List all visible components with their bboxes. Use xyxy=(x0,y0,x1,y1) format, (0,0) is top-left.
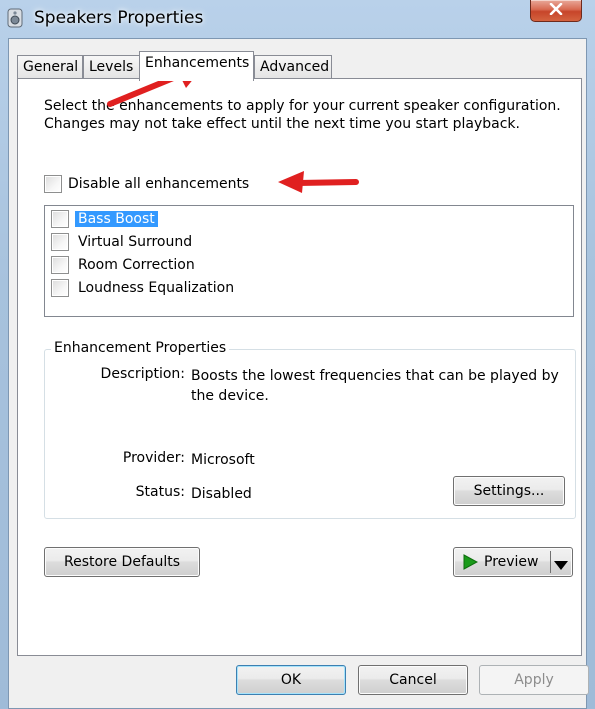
description-value: Boosts the lowest frequencies that can b… xyxy=(191,368,559,404)
window-title: Speakers Properties xyxy=(34,8,204,28)
title-bar[interactable]: Speakers Properties xyxy=(0,0,595,38)
enhancement-properties-group: Enhancement Properties Description: Boos… xyxy=(44,340,576,519)
preview-label[interactable]: Preview xyxy=(484,554,539,570)
close-button[interactable] xyxy=(530,0,582,22)
speakers-properties-window: Speakers Properties General Levels Enhan… xyxy=(0,0,595,709)
loudness-equalization-checkbox[interactable] xyxy=(51,279,69,297)
bass-boost-label[interactable]: Bass Boost xyxy=(75,211,158,227)
enhancement-properties-title: Enhancement Properties xyxy=(51,340,230,356)
apply-button: Apply xyxy=(479,665,589,695)
list-item-room-correction[interactable]: Room Correction xyxy=(51,254,198,276)
settings-button[interactable]: Settings... xyxy=(453,476,565,506)
preview-split-button[interactable]: Preview xyxy=(453,547,573,577)
enhancements-list[interactable]: Bass Boost Virtual Surround Room Correct… xyxy=(44,205,574,317)
tab-general-label: General xyxy=(23,59,79,75)
chevron-down-icon[interactable] xyxy=(554,558,568,574)
dialog-client-area: General Levels Enhancements Advanced Sel… xyxy=(8,38,589,709)
list-item-bass-boost[interactable]: Bass Boost xyxy=(51,208,158,230)
virtual-surround-checkbox[interactable] xyxy=(51,233,69,251)
bass-boost-checkbox[interactable] xyxy=(51,210,69,228)
status-label: Status: xyxy=(135,484,185,500)
play-icon xyxy=(462,554,479,574)
restore-defaults-button[interactable]: Restore Defaults xyxy=(44,547,200,577)
virtual-surround-label[interactable]: Virtual Surround xyxy=(75,234,195,250)
list-item-virtual-surround[interactable]: Virtual Surround xyxy=(51,231,195,253)
provider-value: Microsoft xyxy=(191,452,255,468)
split-separator xyxy=(550,551,551,573)
disable-all-enhancements-checkbox[interactable]: Disable all enhancements xyxy=(44,175,249,193)
disable-all-label: Disable all enhancements xyxy=(68,176,250,192)
tab-enhancements[interactable]: Enhancements xyxy=(139,51,254,81)
close-icon xyxy=(549,2,563,19)
ok-button[interactable]: OK xyxy=(236,665,346,695)
tab-advanced-label: Advanced xyxy=(260,59,330,75)
disable-all-checkbox-box[interactable] xyxy=(44,175,62,193)
enhancements-panel: Select the enhancements to apply for you… xyxy=(17,78,582,656)
speaker-icon xyxy=(6,8,24,28)
tab-levels[interactable]: Levels xyxy=(83,55,141,79)
room-correction-checkbox[interactable] xyxy=(51,256,69,274)
cancel-button[interactable]: Cancel xyxy=(358,665,468,695)
list-item-loudness-equalization[interactable]: Loudness Equalization xyxy=(51,277,237,299)
tab-levels-label: Levels xyxy=(89,59,134,75)
tab-general[interactable]: General xyxy=(17,55,83,79)
provider-label: Provider: xyxy=(122,450,185,466)
tab-enhancements-label: Enhancements xyxy=(145,55,250,71)
loudness-equalization-label[interactable]: Loudness Equalization xyxy=(75,280,237,296)
room-correction-label[interactable]: Room Correction xyxy=(75,257,198,273)
description-label: Description: xyxy=(100,366,185,382)
tab-advanced[interactable]: Advanced xyxy=(254,55,332,79)
intro-text: Select the enhancements to apply for you… xyxy=(44,98,561,132)
